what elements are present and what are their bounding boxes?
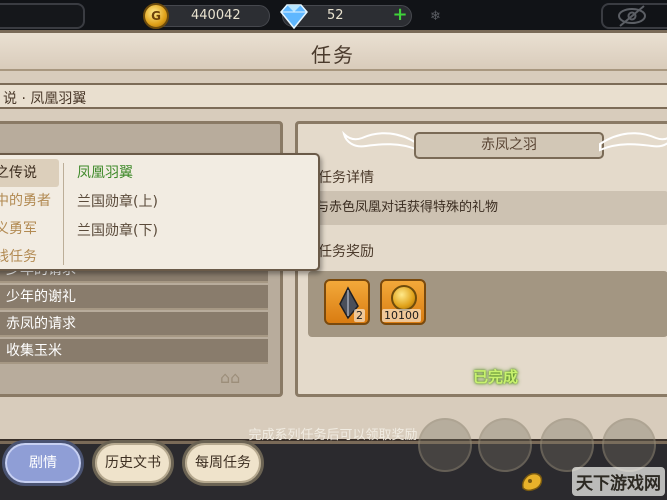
dropdown-chapter-item[interactable]: 兰国勋章(上): [77, 188, 158, 217]
top-left-frame[interactable]: [0, 3, 85, 29]
quest-detail-panel: 赤凤之羽 任务详情 与赤色凤凰对话获得特殊的礼物 任务奖励 2 10100 已完…: [295, 121, 667, 397]
dropdown-category-list: 之传说 中的勇者 义勇军 线任务: [0, 159, 59, 271]
dropdown-category-item[interactable]: 线任务: [0, 243, 59, 271]
dropdown-category-item[interactable]: 中的勇者: [0, 187, 59, 215]
title-band: 任务: [0, 33, 667, 71]
village-decoration-icon: ⌂⌂: [220, 368, 241, 387]
gem-value: 52: [327, 8, 344, 23]
quest-row[interactable]: 收集玉米: [0, 339, 268, 364]
faded-icon-slot: [418, 418, 472, 472]
left-wing-ornament-icon: [342, 130, 419, 152]
quest-window: 任务 说 · 凤凰羽翼 少年的请求 少年的谢礼 赤凤的请求 收集玉米 ⌂⌂ 赤凤…: [0, 30, 667, 444]
breadcrumb: 说 · 凤凰羽翼: [3, 91, 87, 107]
coin-icon: [391, 285, 417, 311]
top-resource-bar: G 440042 52 + ❄: [0, 0, 667, 32]
hide-ui-eye-icon[interactable]: [612, 3, 652, 29]
gem-counter: 52 +: [280, 4, 412, 30]
add-gems-button[interactable]: +: [392, 6, 408, 24]
tab-story[interactable]: 剧情: [2, 440, 84, 486]
quest-description: 与赤色凤凰对话获得特殊的礼物: [308, 191, 667, 225]
reward-count: 2: [354, 309, 365, 322]
category-dropdown: 之传说 中的勇者 义勇军 线任务 凤凰羽翼 兰国勋章(上) 兰国勋章(下): [0, 153, 320, 271]
dropdown-category-item[interactable]: 义勇军: [0, 215, 59, 243]
completed-status: 已完成: [473, 368, 519, 386]
watermark: 天下游戏网: [572, 467, 665, 496]
reward-heading: 任务奖励: [318, 244, 374, 260]
gold-coin-icon: G: [143, 3, 169, 29]
quest-row[interactable]: 赤凤的请求: [0, 312, 268, 337]
gold-counter: G 440042: [143, 3, 270, 29]
faded-icon-slot: [540, 418, 594, 472]
faded-icon-slot: [478, 418, 532, 472]
dropdown-category-item[interactable]: 之传说: [0, 159, 59, 187]
tab-history[interactable]: 历史文书: [92, 440, 174, 486]
dropdown-chapter-list: 凤凰羽翼 兰国勋章(上) 兰国勋章(下): [77, 159, 158, 246]
right-wing-ornament-icon: [599, 132, 667, 152]
diamond-icon: [280, 4, 308, 30]
breadcrumb-bar[interactable]: 说 · 凤凰羽翼: [0, 83, 667, 109]
reward-count: 10100: [382, 309, 421, 322]
dropdown-chapter-item[interactable]: 凤凰羽翼: [77, 159, 158, 188]
faded-icon-slot: [602, 418, 656, 472]
watermark-logo-icon: [521, 472, 543, 492]
reward-box: 2 10100: [308, 271, 667, 337]
detail-heading: 任务详情: [318, 170, 374, 186]
gold-value: 440042: [191, 8, 241, 23]
snowflake-icon: ❄: [430, 9, 441, 24]
reward-feather[interactable]: 2: [324, 279, 370, 325]
quest-row[interactable]: 少年的谢礼: [0, 285, 268, 310]
tab-weekly[interactable]: 每周任务: [182, 440, 264, 486]
window-title: 任务: [311, 43, 355, 67]
reward-coins[interactable]: 10100: [380, 279, 426, 325]
dropdown-chapter-item[interactable]: 兰国勋章(下): [77, 217, 158, 246]
quest-name: 赤凤之羽: [414, 132, 604, 159]
dropdown-divider: [63, 163, 64, 265]
